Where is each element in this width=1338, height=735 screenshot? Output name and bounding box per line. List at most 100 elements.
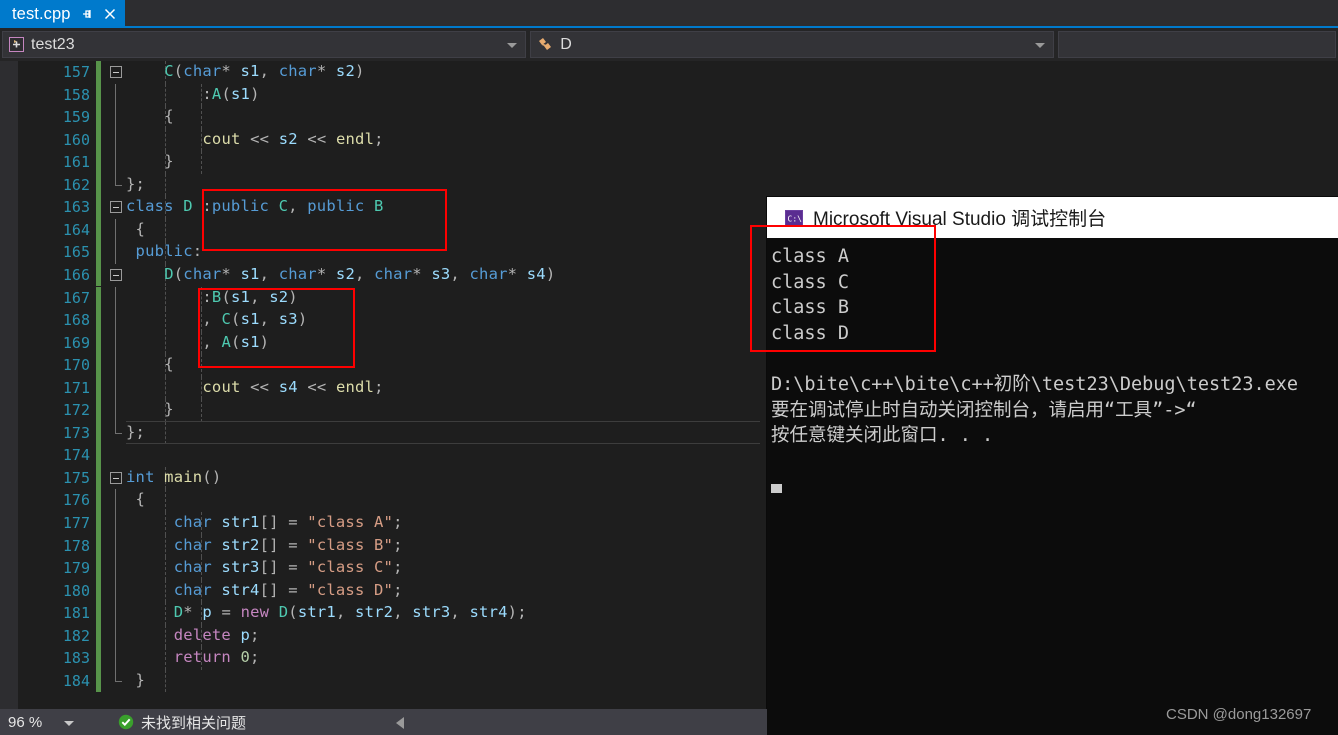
fold-column[interactable] (108, 354, 126, 377)
code-line[interactable]: 162}; (0, 173, 1338, 197)
fold-column[interactable] (108, 444, 126, 467)
chevron-down-icon[interactable] (507, 42, 518, 48)
fold-column[interactable] (108, 512, 126, 535)
code-text[interactable]: return 0; (126, 648, 260, 666)
line-number: 184 (62, 671, 90, 690)
fold-collapse-icon[interactable] (110, 201, 122, 214)
fold-column[interactable] (108, 106, 126, 129)
line-number: 171 (62, 378, 90, 397)
console-line: class D (771, 322, 849, 344)
navbar-scope-dropdown[interactable]: test23 (2, 31, 527, 58)
fold-column[interactable] (108, 557, 126, 580)
line-number: 172 (62, 401, 90, 420)
change-indicator-bar (96, 489, 101, 512)
fold-collapse-icon[interactable] (110, 66, 122, 78)
fold-column[interactable] (108, 241, 126, 264)
fold-column[interactable] (108, 151, 126, 174)
fold-guide-line (115, 151, 116, 174)
code-text[interactable]: { (126, 107, 174, 125)
code-text[interactable]: } (126, 152, 174, 170)
code-text[interactable]: public: (126, 242, 203, 260)
fold-column[interactable] (108, 61, 126, 84)
collapsed-region-divider (126, 443, 760, 445)
fold-column[interactable] (108, 376, 126, 400)
fold-column[interactable] (108, 309, 126, 332)
editor-horizontal-scrollbar[interactable] (0, 709, 767, 735)
code-text[interactable]: D(char* s1, char* s2, char* s3, char* s4… (126, 265, 555, 283)
code-text[interactable]: D* p = new D(str1, str2, str3, str4); (126, 603, 527, 621)
fold-column[interactable] (108, 264, 126, 287)
code-text[interactable]: :B(s1, s2) (126, 288, 298, 306)
collapsed-region-divider (126, 420, 760, 422)
code-line[interactable]: 161 } (0, 151, 1338, 174)
change-indicator-bar (96, 602, 101, 625)
code-text[interactable]: C(char* s1, char* s2) (126, 62, 365, 80)
fold-column[interactable] (108, 579, 126, 603)
code-line[interactable]: 158 :A(s1) (0, 83, 1338, 107)
code-text[interactable]: int main() (126, 468, 221, 486)
code-line[interactable]: 157 C(char* s1, char* s2) (0, 61, 1338, 84)
code-text[interactable]: delete p; (126, 626, 260, 644)
code-text[interactable]: { (126, 355, 174, 373)
fold-column[interactable] (108, 399, 126, 422)
console-title-bar[interactable]: C:\ Microsoft Visual Studio 调试控制台 (767, 197, 1338, 238)
code-text[interactable]: , A(s1) (126, 333, 269, 351)
fold-column[interactable] (108, 196, 126, 219)
fold-column[interactable] (108, 467, 126, 490)
indent-guide (201, 151, 202, 174)
line-number: 169 (62, 333, 90, 352)
line-number: 161 (62, 153, 90, 172)
fold-guide-line (115, 241, 116, 264)
fold-column[interactable] (108, 602, 126, 625)
fold-column[interactable] (108, 286, 126, 310)
code-text[interactable]: char str3[] = "class C"; (126, 558, 403, 576)
fold-column[interactable] (108, 489, 126, 512)
fold-collapse-icon[interactable] (110, 268, 122, 281)
fold-collapse-icon[interactable] (110, 471, 122, 484)
fold-column[interactable] (108, 83, 126, 107)
fold-guide-line (115, 218, 116, 242)
pin-icon[interactable] (80, 7, 94, 21)
code-text[interactable]: char str4[] = "class D"; (126, 581, 403, 599)
code-text[interactable]: cout << s4 << endl; (126, 378, 384, 396)
watermark-label: CSDN @dong132697 (1166, 706, 1312, 723)
code-text[interactable]: { (126, 220, 145, 238)
close-icon[interactable] (103, 7, 117, 21)
navbar-member-dropdown[interactable]: D (530, 31, 1055, 58)
console-output-area: class A class C class B class D D:\bite\… (767, 238, 1338, 493)
fold-column[interactable] (108, 647, 126, 670)
code-text[interactable]: cout << s2 << endl; (126, 130, 384, 148)
line-number: 166 (62, 265, 90, 284)
fold-column[interactable] (108, 218, 126, 242)
console-hint-line: 要在调试停止时自动关闭控制台，请启用“工具”->“ (771, 399, 1197, 421)
fold-column[interactable] (108, 173, 126, 197)
change-indicator-bar (96, 444, 101, 467)
fold-column[interactable] (108, 669, 126, 693)
fold-column[interactable] (108, 534, 126, 558)
editor-tab-test-cpp[interactable]: test.cpp (0, 0, 125, 28)
chevron-down-icon[interactable] (1035, 42, 1046, 48)
change-indicator-bar (96, 263, 101, 287)
console-line: class C (771, 271, 849, 293)
fold-column[interactable] (108, 421, 126, 445)
fold-guide-line (115, 331, 116, 355)
code-text[interactable]: } (126, 400, 174, 418)
code-text[interactable]: char str1[] = "class A"; (126, 513, 403, 531)
navbar-extra-dropdown[interactable] (1058, 31, 1336, 58)
line-number: 175 (62, 468, 90, 487)
code-text[interactable]: , C(s1, s3) (126, 310, 307, 328)
fold-column[interactable] (108, 128, 126, 152)
code-text[interactable]: :A(s1) (126, 85, 260, 103)
code-text[interactable]: class D :public C, public B (126, 197, 384, 215)
code-text[interactable]: { (126, 490, 145, 508)
fold-column[interactable] (108, 331, 126, 355)
fold-column[interactable] (108, 624, 126, 648)
code-line[interactable]: 159 { (0, 106, 1338, 129)
debug-console-window[interactable]: C:\ Microsoft Visual Studio 调试控制台 class … (767, 197, 1338, 735)
code-text[interactable]: }; (126, 175, 145, 193)
caret-left-icon[interactable] (396, 717, 404, 729)
code-text[interactable]: }; (126, 423, 145, 441)
code-line[interactable]: 160 cout << s2 << endl; (0, 128, 1338, 152)
code-text[interactable]: char str2[] = "class B"; (126, 536, 403, 554)
code-text[interactable]: } (126, 671, 145, 689)
